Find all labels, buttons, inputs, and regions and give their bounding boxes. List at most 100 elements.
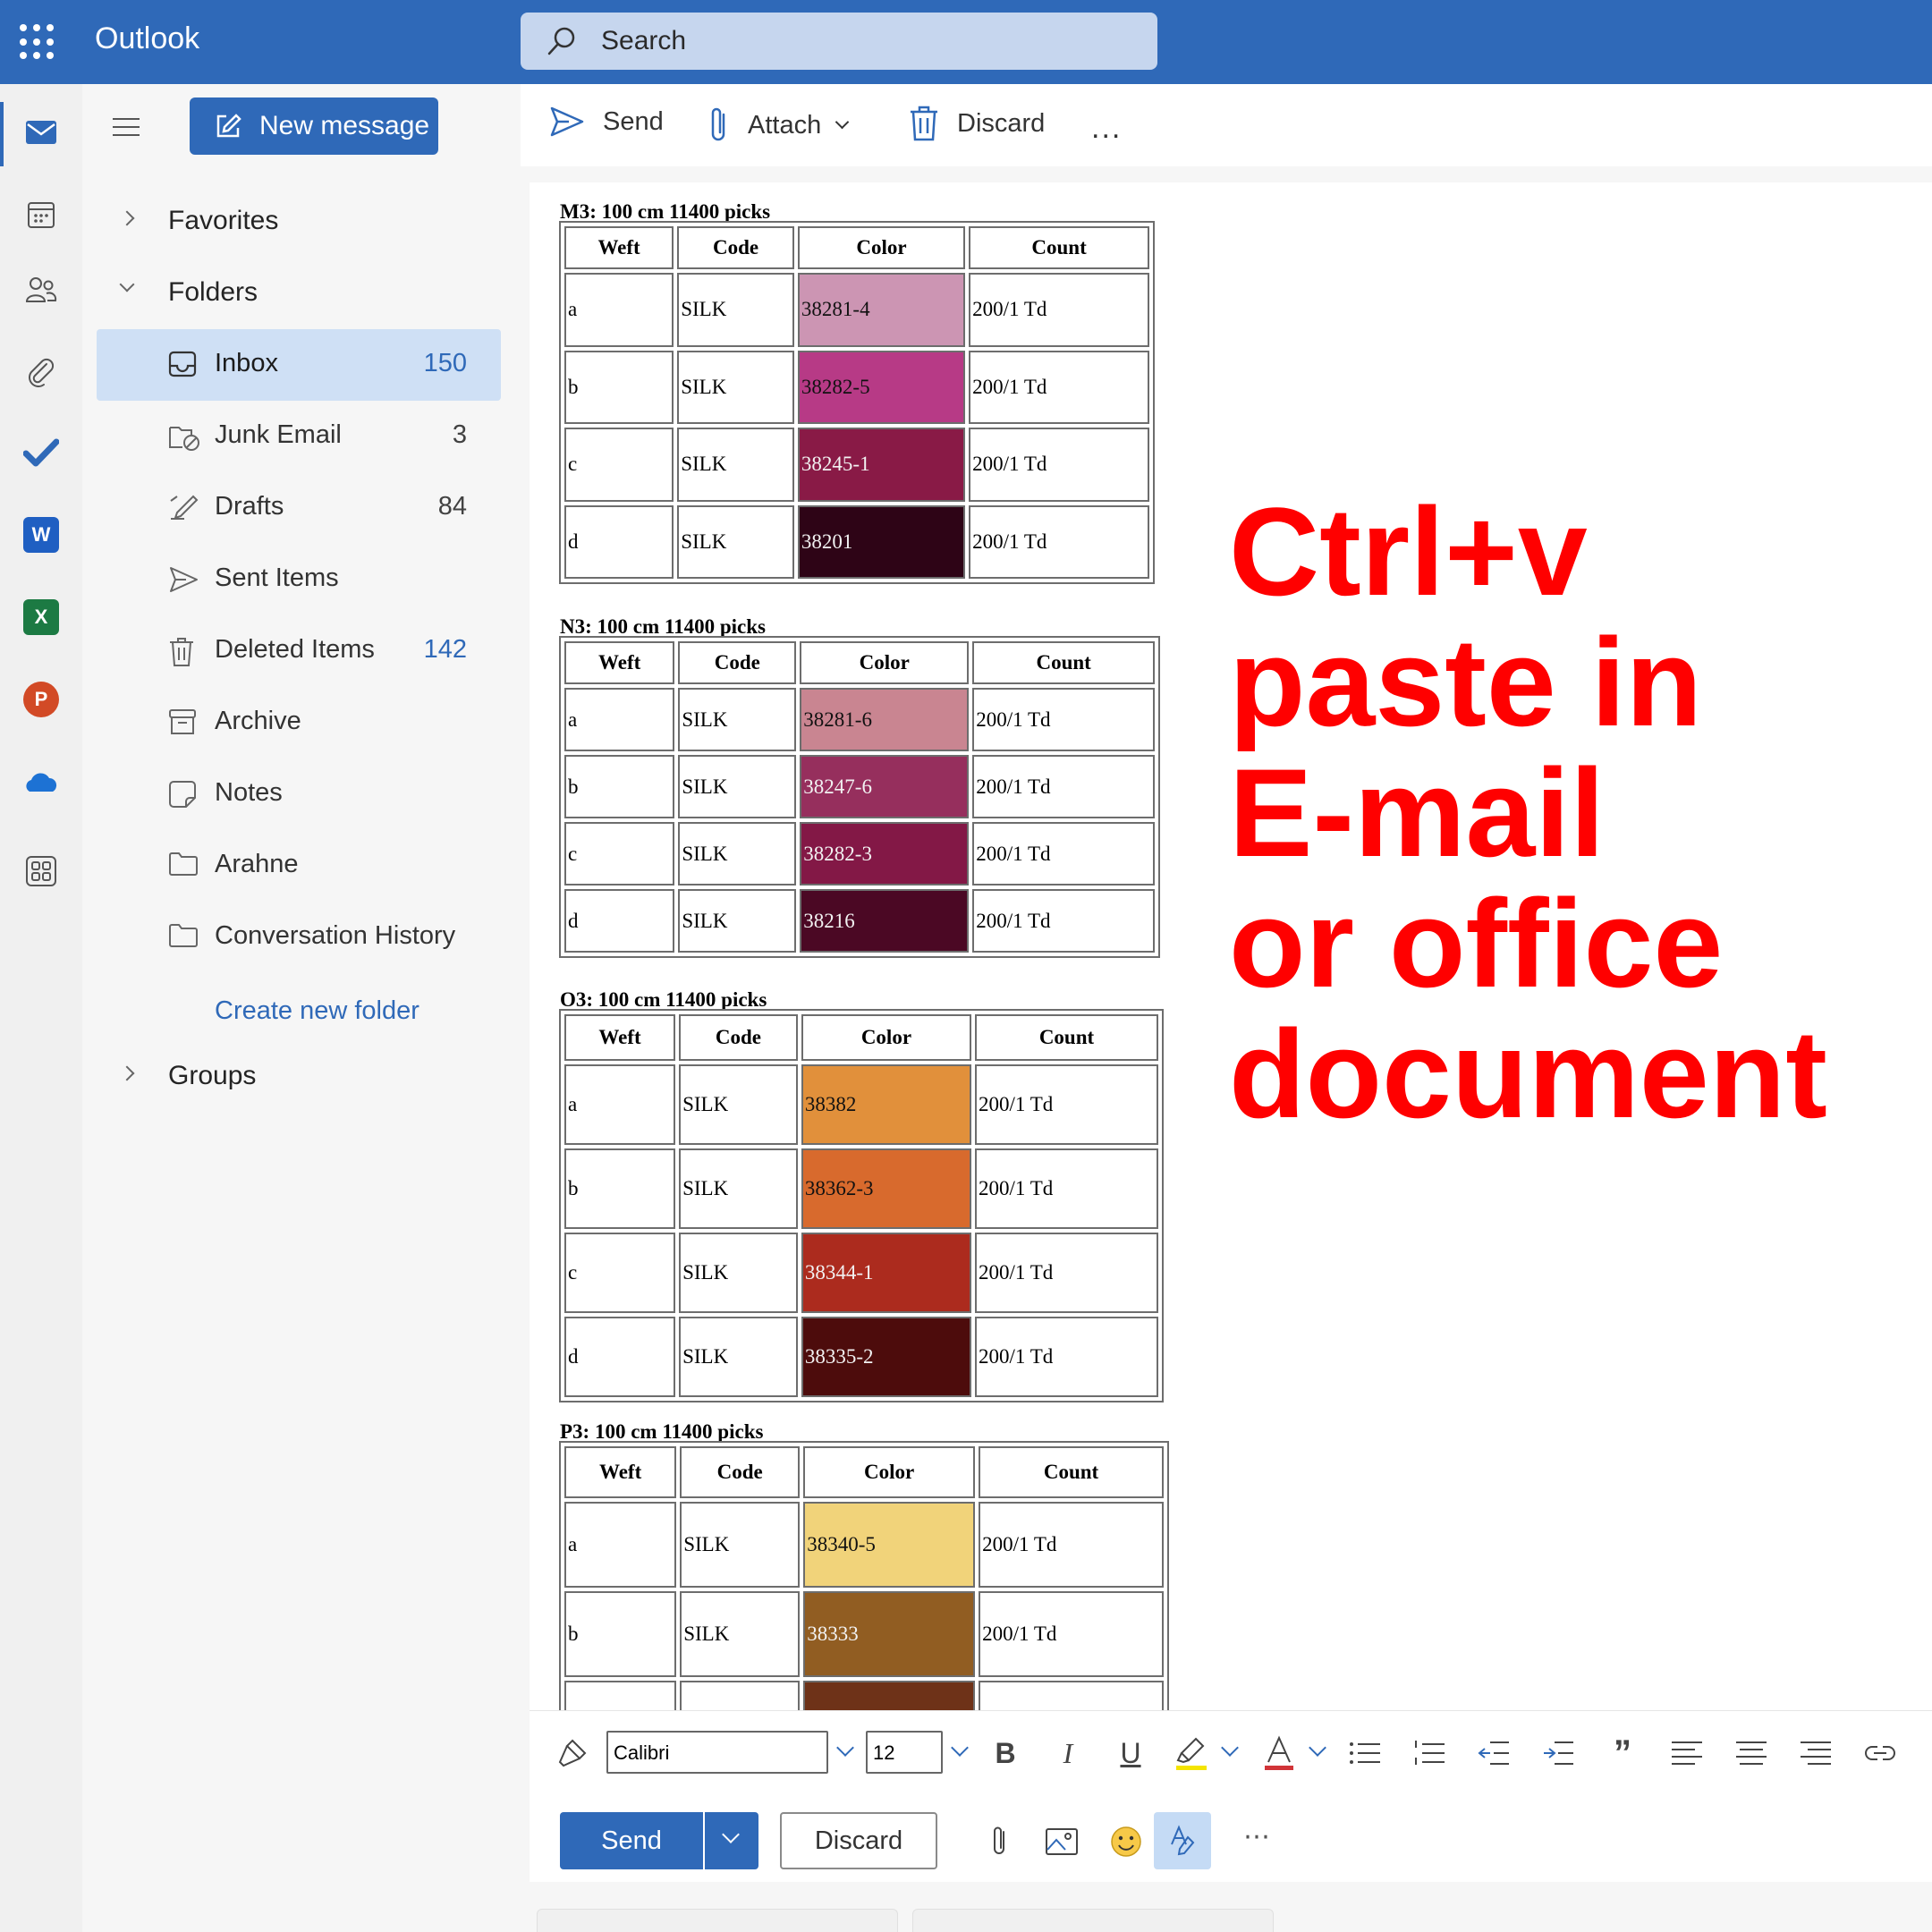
count-cell: 200/1 Td <box>974 1317 1158 1397</box>
attachments-icon[interactable] <box>16 347 66 397</box>
header-count: Count <box>969 226 1149 269</box>
format-painter-icon[interactable] <box>553 1734 592 1772</box>
align-right-icon[interactable] <box>1796 1734 1835 1772</box>
color-swatch-cell: 38281-4 <box>797 273 966 347</box>
folder-icon <box>169 924 198 947</box>
people-icon[interactable] <box>16 265 66 315</box>
onedrive-icon[interactable] <box>16 757 66 807</box>
folders-group[interactable]: Folders <box>82 276 521 313</box>
more-options-icon[interactable]: ⋯ <box>1243 1821 1273 1852</box>
word-icon[interactable]: W <box>16 510 66 560</box>
folder-inbox[interactable]: Inbox 150 <box>97 329 501 401</box>
chevron-down-icon[interactable] <box>1309 1739 1326 1757</box>
send-options-dropdown[interactable] <box>705 1812 758 1869</box>
more-options-icon[interactable]: ... <box>1091 111 1122 146</box>
create-new-folder-link[interactable]: Create new folder <box>215 996 419 1026</box>
bold-button[interactable]: B <box>986 1734 1025 1772</box>
editor-icon[interactable] <box>1154 1812 1211 1869</box>
send-bar: Send Discard ⋯ <box>530 1792 1932 1882</box>
powerpoint-icon[interactable]: P <box>16 674 66 724</box>
toolbar-attach-button[interactable]: Attach <box>707 106 850 145</box>
rail-active-indicator <box>0 102 4 166</box>
chevron-down-icon <box>119 276 135 292</box>
chevron-right-icon <box>119 210 135 226</box>
mail-icon[interactable] <box>16 107 66 157</box>
code-cell <box>680 1681 801 1710</box>
weft-cell: c <box>564 1233 676 1313</box>
font-family-input[interactable]: Calibri <box>606 1731 828 1774</box>
folder-name: Junk Email <box>215 420 342 449</box>
folder-drafts[interactable]: Drafts 84 <box>97 472 501 544</box>
message-body[interactable]: M3: 100 cm 11400 picks Weft Code Color C… <box>530 191 1932 1710</box>
code-cell: SILK <box>677 428 794 502</box>
weft-cell: c <box>564 428 674 502</box>
align-left-icon[interactable] <box>1667 1734 1707 1772</box>
send-label: Send <box>603 106 664 136</box>
bullet-list-icon[interactable] <box>1345 1734 1385 1772</box>
folder-junk-email[interactable]: Junk Email 3 <box>97 401 501 472</box>
folder-arahne[interactable]: Arahne <box>97 830 501 902</box>
insert-picture-icon[interactable] <box>1039 1819 1084 1864</box>
folder-name: Sent Items <box>215 564 339 592</box>
header-weft: Weft <box>564 226 674 269</box>
search-placeholder[interactable]: Search <box>601 26 686 56</box>
discard-button[interactable]: Discard <box>780 1812 937 1869</box>
excel-icon[interactable]: X <box>16 592 66 642</box>
weft-cell: a <box>564 1064 676 1145</box>
weft-cell: b <box>564 350 674 424</box>
font-size-input[interactable]: 12 <box>866 1731 943 1774</box>
chevron-down-icon[interactable] <box>835 114 850 129</box>
send-button[interactable]: Send <box>560 1812 703 1869</box>
link-icon[interactable] <box>1860 1734 1900 1772</box>
folder-conversation-history[interactable]: Conversation History <box>97 902 501 973</box>
count-cell: 200/1 Td <box>979 1591 1164 1677</box>
folder-notes[interactable]: Notes <box>97 758 501 830</box>
folder-archive[interactable]: Archive <box>97 687 501 758</box>
emoji-icon[interactable] <box>1104 1819 1148 1864</box>
favorites-group[interactable]: Favorites <box>82 206 521 242</box>
app-launcher-icon[interactable] <box>20 24 55 60</box>
new-message-label: New message <box>259 111 430 140</box>
yarn-table-o3: Weft Code Color Count a SILK 38382 200/1 Td… <box>559 1009 1164 1402</box>
count-cell: 200/1 Td <box>972 688 1155 751</box>
new-message-button[interactable]: New message <box>190 97 438 155</box>
align-center-icon[interactable] <box>1732 1734 1771 1772</box>
color-swatch-cell: 38282-5 <box>797 350 966 424</box>
weft-cell: a <box>564 273 674 347</box>
app-title[interactable]: Outlook <box>95 21 199 56</box>
highlight-icon[interactable] <box>1172 1734 1211 1772</box>
hamburger-menu-icon[interactable] <box>113 118 140 142</box>
code-cell: SILK <box>677 350 794 424</box>
trash-icon <box>170 638 193 666</box>
quote-button[interactable]: ” <box>1603 1733 1642 1773</box>
color-swatch-cell: 38340-5 <box>803 1502 976 1588</box>
toolbar-send-button[interactable]: Send <box>549 106 664 138</box>
toolbar-discard-button[interactable]: Discard <box>909 106 1045 141</box>
more-apps-icon[interactable] <box>16 846 66 896</box>
code-cell: SILK <box>677 504 794 579</box>
attach-label: Attach <box>748 110 822 140</box>
calendar-icon[interactable] <box>16 190 66 240</box>
chevron-down-icon[interactable] <box>836 1739 854 1757</box>
chevron-down-icon[interactable] <box>1221 1739 1239 1757</box>
minimized-tab[interactable] <box>537 1909 898 1932</box>
chevron-down-icon[interactable] <box>951 1739 969 1757</box>
count-cell: 200/1 Td <box>969 428 1149 502</box>
format-toolbar: Calibri 12 B I U ” <box>530 1710 1932 1792</box>
folder-deleted-items[interactable]: Deleted Items 142 <box>97 615 501 687</box>
folder-sent-items[interactable]: Sent Items <box>97 544 501 615</box>
compose-area: M3: 100 cm 11400 picks Weft Code Color C… <box>521 166 1932 1932</box>
increase-indent-icon[interactable] <box>1538 1734 1578 1772</box>
groups-group[interactable]: Groups <box>82 1061 521 1097</box>
font-color-icon[interactable] <box>1259 1734 1299 1772</box>
code-cell: SILK <box>678 822 797 886</box>
todo-icon[interactable] <box>16 428 66 478</box>
attach-file-icon[interactable] <box>977 1819 1021 1864</box>
search-box[interactable]: Search <box>521 13 1157 70</box>
numbered-list-icon[interactable] <box>1410 1734 1449 1772</box>
underline-button[interactable]: U <box>1111 1734 1150 1772</box>
italic-button[interactable]: I <box>1048 1734 1088 1772</box>
folder-name: Conversation History <box>215 921 456 950</box>
minimized-tab[interactable] <box>912 1909 1274 1932</box>
decrease-indent-icon[interactable] <box>1474 1734 1513 1772</box>
